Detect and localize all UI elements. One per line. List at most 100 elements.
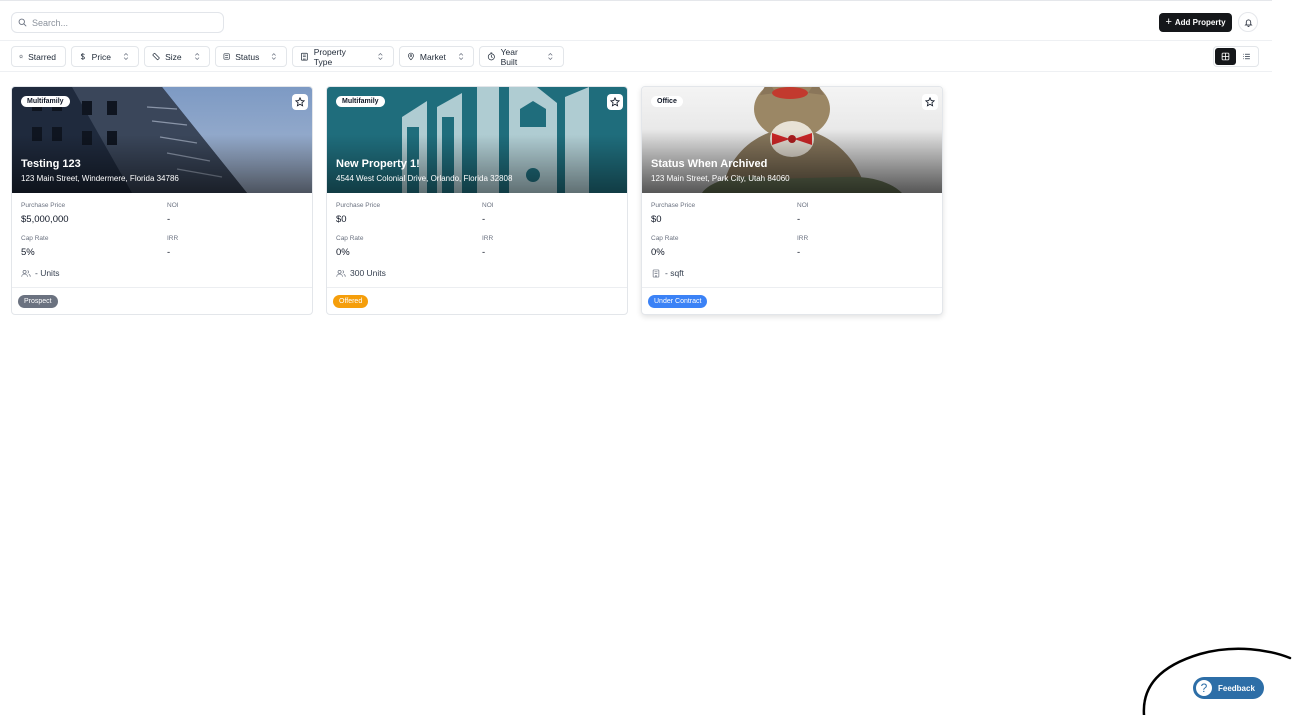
- search-box[interactable]: [11, 12, 224, 33]
- property-name[interactable]: New Property 1!: [336, 158, 420, 170]
- bell-icon: [1243, 19, 1253, 27]
- filter-market-label: Market: [419, 51, 446, 62]
- property-card[interactable]: Office Status When Archived 123 Main Str…: [641, 86, 943, 315]
- filter-size-label: Size: [165, 51, 182, 62]
- view-toggle: [1213, 46, 1259, 67]
- filter-starred-label: Starred: [28, 51, 56, 62]
- list-icon: [1243, 53, 1251, 60]
- property-size-text: - sqft: [665, 268, 684, 278]
- status-badge: Prospect: [18, 295, 58, 308]
- favorite-button[interactable]: [607, 94, 623, 110]
- chevron-updown-icon: [458, 52, 464, 61]
- property-size: 300 Units: [336, 268, 386, 278]
- ruler-icon: [152, 52, 160, 61]
- chevron-updown-icon: [123, 52, 129, 61]
- filter-size[interactable]: Size: [144, 46, 210, 67]
- cap-rate-value: 0%: [336, 247, 350, 258]
- property-size: - Units: [21, 268, 60, 278]
- filter-price[interactable]: Price: [71, 46, 139, 67]
- feedback-label: Feedback: [1218, 683, 1255, 693]
- filter-property-type-label: Property Type: [313, 46, 346, 67]
- irr-label: IRR: [167, 235, 179, 242]
- plus-icon: +: [1165, 15, 1172, 28]
- noi-label: NOI: [167, 202, 179, 209]
- search-icon: [18, 18, 27, 27]
- grid-icon: [1221, 52, 1230, 61]
- noi-value: -: [797, 214, 801, 225]
- purchase-price-value: $0: [651, 214, 662, 225]
- help-icon: ?: [1195, 679, 1213, 697]
- property-name[interactable]: Testing 123: [21, 158, 81, 170]
- filter-status[interactable]: Status: [215, 46, 287, 67]
- app-root: + Add Property Starred Price Size Status: [0, 0, 1292, 715]
- purchase-price-label: Purchase Price: [21, 202, 66, 209]
- property-name[interactable]: Status When Archived: [651, 158, 767, 170]
- clock-icon: [487, 52, 495, 61]
- chevron-updown-icon: [194, 52, 199, 61]
- property-address: 123 Main Street, Park City, Utah 84060: [651, 174, 790, 183]
- filter-starred[interactable]: Starred: [11, 46, 66, 67]
- purchase-price-label: Purchase Price: [651, 202, 696, 209]
- noi-value: -: [482, 214, 486, 225]
- filter-divider: [0, 71, 1272, 72]
- dollar-icon: [80, 53, 85, 60]
- property-type-badge: Multifamily: [336, 96, 385, 107]
- filter-market[interactable]: Market: [399, 46, 474, 67]
- star-icon: [295, 97, 305, 107]
- star-icon: [19, 54, 24, 59]
- filter-year-built-label: Year Built: [500, 46, 518, 67]
- star-icon: [925, 97, 935, 107]
- property-address: 123 Main Street, Windermere, Florida 347…: [21, 174, 179, 183]
- card-footer: Prospect: [12, 287, 312, 314]
- header-divider: [0, 40, 1272, 41]
- status-icon: [223, 53, 230, 60]
- filter-property-type[interactable]: Property Type: [292, 46, 394, 67]
- cap-rate-label: Cap Rate: [21, 235, 49, 242]
- property-card[interactable]: Multifamily Testing 123 123 Main Street,…: [11, 86, 313, 315]
- cap-rate-label: Cap Rate: [651, 235, 679, 242]
- building-icon: [652, 269, 660, 277]
- noi-value: -: [167, 214, 171, 225]
- map-pin-icon: [408, 52, 414, 61]
- favorite-button[interactable]: [922, 94, 938, 110]
- property-size: - sqft: [651, 268, 684, 278]
- irr-value: -: [797, 247, 801, 258]
- property-address: 4544 West Colonial Drive, Orlando, Flori…: [336, 174, 513, 183]
- property-image: Multifamily New Property 1! 4544 West Co…: [327, 87, 627, 193]
- filter-bar: Starred Price Size Status Property Type …: [11, 46, 564, 67]
- filter-status-label: Status: [235, 51, 260, 62]
- property-image: Office Status When Archived 123 Main Str…: [642, 87, 942, 193]
- filter-year-built[interactable]: Year Built: [479, 46, 564, 67]
- notifications-button[interactable]: [1238, 12, 1258, 32]
- status-badge: Offered: [333, 295, 369, 308]
- list-view-button[interactable]: [1237, 48, 1258, 65]
- chevron-updown-icon: [548, 52, 553, 61]
- filter-price-label: Price: [91, 51, 112, 62]
- cap-rate-label: Cap Rate: [336, 235, 364, 242]
- irr-label: IRR: [797, 235, 809, 242]
- users-icon: [336, 269, 346, 277]
- property-size-text: 300 Units: [350, 268, 386, 278]
- chevron-updown-icon: [272, 53, 277, 60]
- add-property-button[interactable]: + Add Property: [1159, 13, 1232, 32]
- cap-rate-value: 0%: [651, 247, 665, 258]
- purchase-price-label: Purchase Price: [336, 202, 381, 209]
- purchase-price-value: $5,000,000: [21, 214, 69, 225]
- property-image: Multifamily Testing 123 123 Main Street,…: [12, 87, 312, 193]
- search-input[interactable]: [32, 17, 212, 28]
- property-card[interactable]: Multifamily New Property 1! 4544 West Co…: [326, 86, 628, 315]
- users-icon: [21, 269, 31, 277]
- favorite-button[interactable]: [292, 94, 308, 110]
- property-type-badge: Office: [651, 96, 683, 107]
- property-size-text: - Units: [35, 268, 60, 278]
- feedback-button[interactable]: ? Feedback: [1193, 677, 1264, 699]
- star-icon: [610, 97, 620, 107]
- noi-label: NOI: [797, 202, 809, 209]
- irr-label: IRR: [482, 235, 494, 242]
- card-footer: Offered: [327, 287, 627, 314]
- card-footer: Under Contract: [642, 287, 942, 314]
- status-badge: Under Contract: [648, 295, 708, 308]
- cap-rate-value: 5%: [21, 247, 35, 258]
- grid-view-button[interactable]: [1215, 48, 1236, 65]
- top-divider: [0, 0, 1272, 1]
